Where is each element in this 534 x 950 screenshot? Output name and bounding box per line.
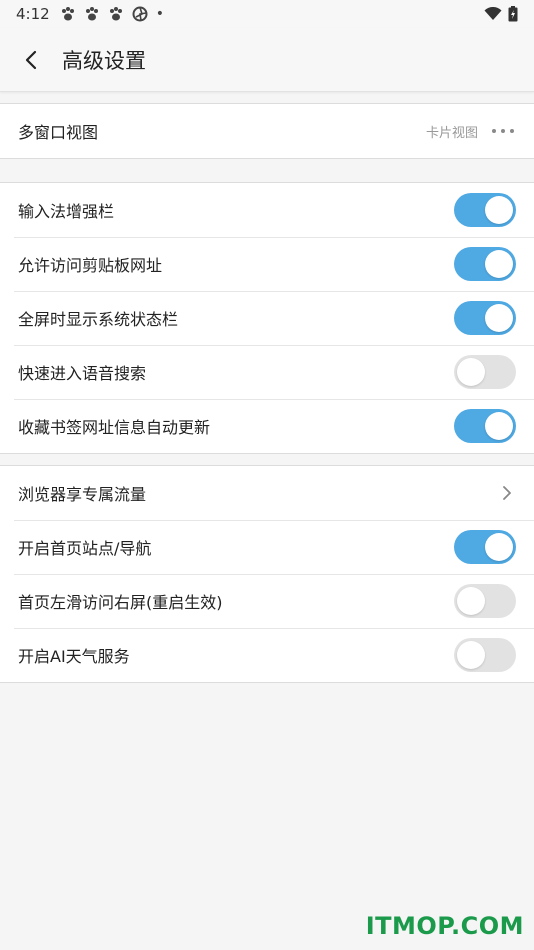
input-enhance-bar-toggle[interactable]: [454, 193, 516, 227]
ai-weather-toggle[interactable]: [454, 638, 516, 672]
watermark: ITMOP.COM: [365, 912, 524, 940]
status-bar: 4:12 •: [0, 0, 534, 28]
fullscreen-status-bar-label: 全屏时显示系统状态栏: [18, 310, 179, 329]
view-settings-group: 多窗口视图 卡片视图: [0, 103, 534, 159]
input-enhance-bar-row[interactable]: 输入法增强栏: [0, 183, 534, 237]
status-time: 4:12: [16, 5, 50, 23]
clipboard-url-row[interactable]: 允许访问剪贴板网址: [0, 237, 534, 291]
paw-icon: [84, 6, 100, 22]
home-settings-group: 浏览器享专属流量 开启首页站点/导航 首页左滑访问右屏(重启生效) 开启AI天气…: [0, 465, 534, 683]
toggle-knob: [457, 641, 485, 669]
battery-icon: [508, 6, 518, 22]
multi-window-view-row[interactable]: 多窗口视图 卡片视图: [0, 104, 534, 158]
quick-voice-search-label: 快速进入语音搜索: [18, 364, 147, 383]
toggle-knob: [457, 358, 485, 386]
bookmark-auto-update-label: 收藏书签网址信息自动更新: [18, 418, 211, 437]
back-button[interactable]: [0, 28, 62, 92]
toggle-knob: [457, 587, 485, 615]
notification-dot: •: [155, 6, 164, 22]
multi-window-view-value: 卡片视图: [425, 125, 478, 141]
app-bar: 高级设置: [0, 28, 534, 92]
toggle-knob: [485, 304, 513, 332]
clipboard-url-label: 允许访问剪贴板网址: [18, 256, 163, 275]
toggle-knob: [485, 533, 513, 561]
aperture-icon: [132, 6, 148, 22]
browser-traffic-row[interactable]: 浏览器享专属流量: [0, 466, 534, 520]
bookmark-auto-update-row[interactable]: 收藏书签网址信息自动更新: [0, 399, 534, 453]
more-icon[interactable]: [492, 129, 514, 133]
swipe-right-screen-label: 首页左滑访问右屏(重启生效): [18, 593, 223, 612]
browser-traffic-label: 浏览器享专属流量: [18, 485, 147, 504]
fullscreen-status-bar-row[interactable]: 全屏时显示系统状态栏: [0, 291, 534, 345]
quick-voice-search-toggle[interactable]: [454, 355, 516, 389]
paw-icon: [108, 6, 124, 22]
toggle-knob: [485, 250, 513, 278]
quick-voice-search-row[interactable]: 快速进入语音搜索: [0, 345, 534, 399]
home-sites-nav-toggle[interactable]: [454, 530, 516, 564]
wifi-icon: [484, 7, 502, 21]
home-sites-nav-row[interactable]: 开启首页站点/导航: [0, 520, 534, 574]
ai-weather-row[interactable]: 开启AI天气服务: [0, 628, 534, 682]
bookmark-auto-update-toggle[interactable]: [454, 409, 516, 443]
paw-icon: [60, 6, 76, 22]
chevron-right-icon: [503, 486, 511, 500]
home-sites-nav-label: 开启首页站点/导航: [18, 539, 152, 558]
chevron-left-icon: [25, 50, 37, 69]
ai-weather-label: 开启AI天气服务: [18, 647, 130, 666]
clipboard-url-toggle[interactable]: [454, 247, 516, 281]
swipe-right-screen-row[interactable]: 首页左滑访问右屏(重启生效): [0, 574, 534, 628]
input-enhance-bar-label: 输入法增强栏: [18, 202, 115, 221]
swipe-right-screen-toggle[interactable]: [454, 584, 516, 618]
toggle-knob: [485, 412, 513, 440]
toggle-knob: [485, 196, 513, 224]
browsing-settings-group: 输入法增强栏 允许访问剪贴板网址 全屏时显示系统状态栏 快速进入语音搜索 收藏书…: [0, 182, 534, 454]
page-title: 高级设置: [62, 48, 146, 73]
fullscreen-status-bar-toggle[interactable]: [454, 301, 516, 335]
multi-window-view-label: 多窗口视图: [18, 123, 99, 142]
